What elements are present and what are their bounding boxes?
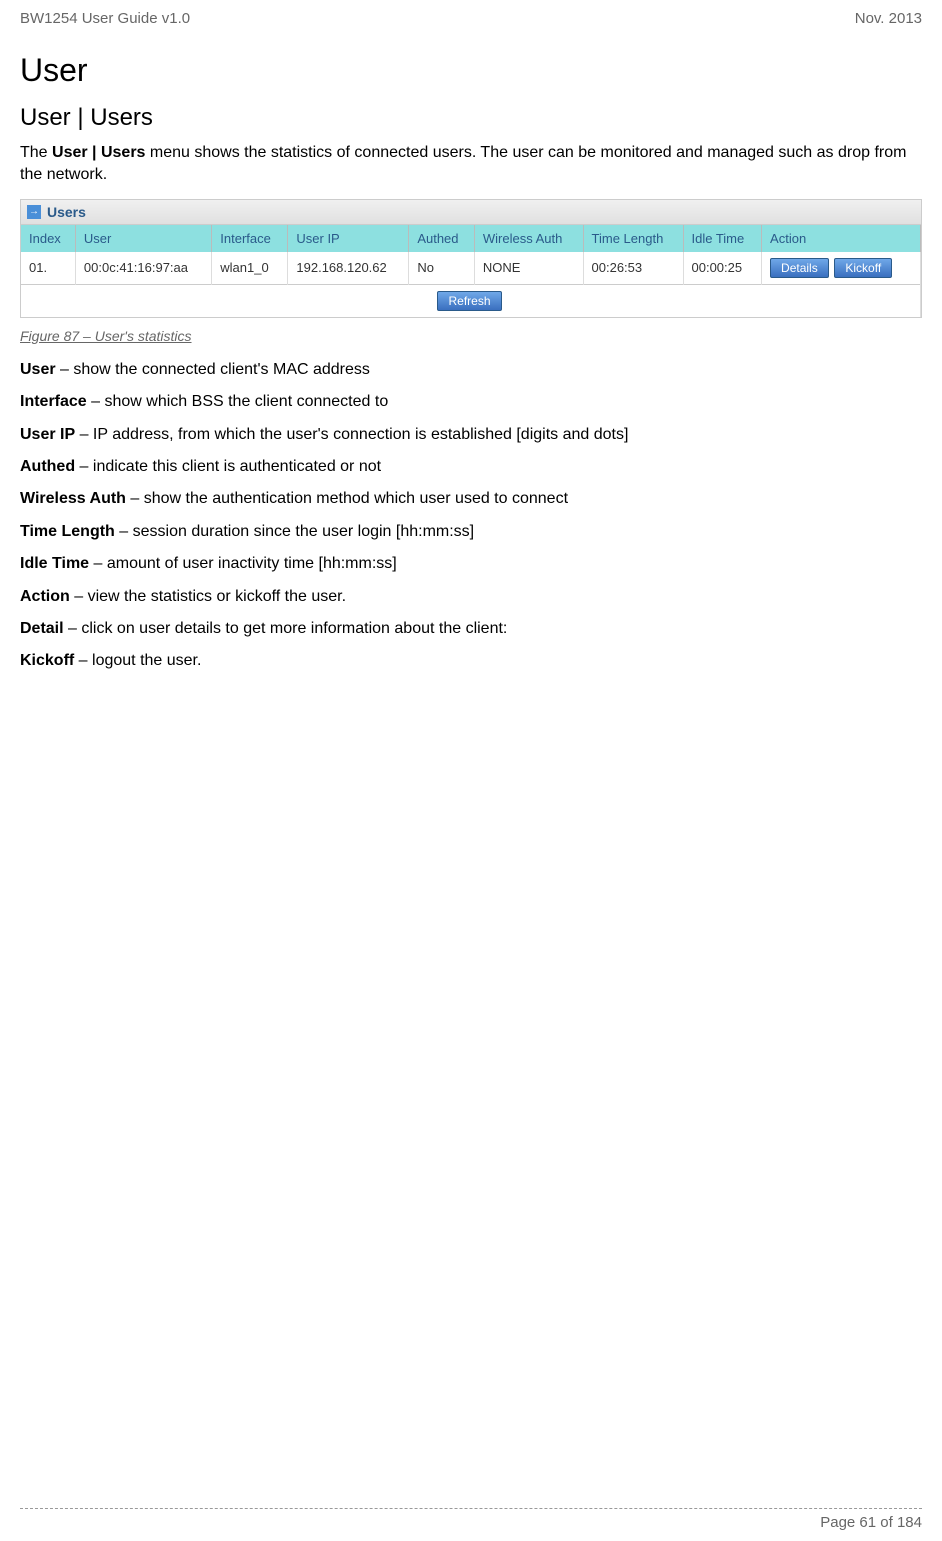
panel-header: → Users [21,200,921,225]
doc-id: BW1254 User Guide v1.0 [20,10,190,27]
def-tlength-term: Time Length [20,523,115,540]
kickoff-button[interactable]: Kickoff [834,258,892,278]
cell-idle: 00:00:25 [683,252,762,285]
col-userip: User IP [288,225,409,252]
cell-authed: No [409,252,475,285]
def-interface-desc: – show which BSS the client connected to [87,393,389,410]
col-wauth: Wireless Auth [474,225,583,252]
cell-index: 01. [21,252,75,285]
dotted-divider [20,1508,922,1509]
refresh-row: Refresh [21,284,921,317]
page-title: User [20,52,922,89]
cell-tlength: 00:26:53 [583,252,683,285]
figure-caption: Figure 87 – User's statistics [20,328,922,344]
table-row: 01. 00:0c:41:16:97:aa wlan1_0 192.168.12… [21,252,921,285]
def-authed: Authed – indicate this client is authent… [20,456,922,478]
page-number: Page 61 of 184 [20,1514,922,1531]
cell-wauth: NONE [474,252,583,285]
users-table: Index User Interface User IP Authed Wire… [21,225,921,317]
def-idle-desc: – amount of user inactivity time [hh:mm:… [89,555,397,572]
def-kickoff-desc: – logout the user. [74,652,201,669]
col-idle: Idle Time [683,225,762,252]
panel-title-label: Users [47,204,86,220]
col-user: User [75,225,211,252]
def-user-desc: – show the connected client's MAC addres… [56,361,370,378]
def-authed-desc: – indicate this client is authenticated … [75,458,381,475]
refresh-button[interactable]: Refresh [437,291,501,311]
cell-user: 00:0c:41:16:97:aa [75,252,211,285]
def-userip-desc: – IP address, from which the user's conn… [75,426,628,443]
intro-text-bold: User | Users [52,144,145,161]
def-wauth-desc: – show the authentication method which u… [126,490,568,507]
def-wauth-term: Wireless Auth [20,490,126,507]
def-detail-term: Detail [20,620,64,637]
def-userip: User IP – IP address, from which the use… [20,424,922,446]
def-action: Action – view the statistics or kickoff … [20,586,922,608]
def-user: User – show the connected client's MAC a… [20,359,922,381]
intro-text-part2: menu shows the statistics of connected u… [20,144,906,183]
def-userip-term: User IP [20,426,75,443]
definitions-list: User – show the connected client's MAC a… [20,359,922,673]
details-button[interactable]: Details [770,258,829,278]
def-idle-term: Idle Time [20,555,89,572]
users-panel: → Users Index User Interface User IP Aut… [20,199,922,318]
def-user-term: User [20,361,56,378]
cell-action: Details Kickoff [762,252,921,285]
def-kickoff: Kickoff – logout the user. [20,650,922,672]
doc-date: Nov. 2013 [855,10,922,27]
col-index: Index [21,225,75,252]
def-authed-term: Authed [20,458,75,475]
section-title: User | Users [20,104,922,132]
col-action: Action [762,225,921,252]
def-action-desc: – view the statistics or kickoff the use… [70,588,346,605]
def-idle: Idle Time – amount of user inactivity ti… [20,553,922,575]
col-interface: Interface [212,225,288,252]
def-wauth: Wireless Auth – show the authentication … [20,488,922,510]
col-tlength: Time Length [583,225,683,252]
intro-text-part1: The [20,144,52,161]
def-kickoff-term: Kickoff [20,652,74,669]
footer: Page 61 of 184 [20,1508,922,1531]
col-authed: Authed [409,225,475,252]
intro-paragraph: The User | Users menu shows the statisti… [20,142,922,187]
def-action-term: Action [20,588,70,605]
def-detail-desc: – click on user details to get more info… [64,620,508,637]
def-tlength-desc: – session duration since the user login … [115,523,474,540]
def-detail: Detail – click on user details to get mo… [20,618,922,640]
cell-userip: 192.168.120.62 [288,252,409,285]
def-tlength: Time Length – session duration since the… [20,521,922,543]
arrow-right-icon: → [27,205,41,219]
def-interface: Interface – show which BSS the client co… [20,391,922,413]
def-interface-term: Interface [20,393,87,410]
cell-interface: wlan1_0 [212,252,288,285]
table-header-row: Index User Interface User IP Authed Wire… [21,225,921,252]
